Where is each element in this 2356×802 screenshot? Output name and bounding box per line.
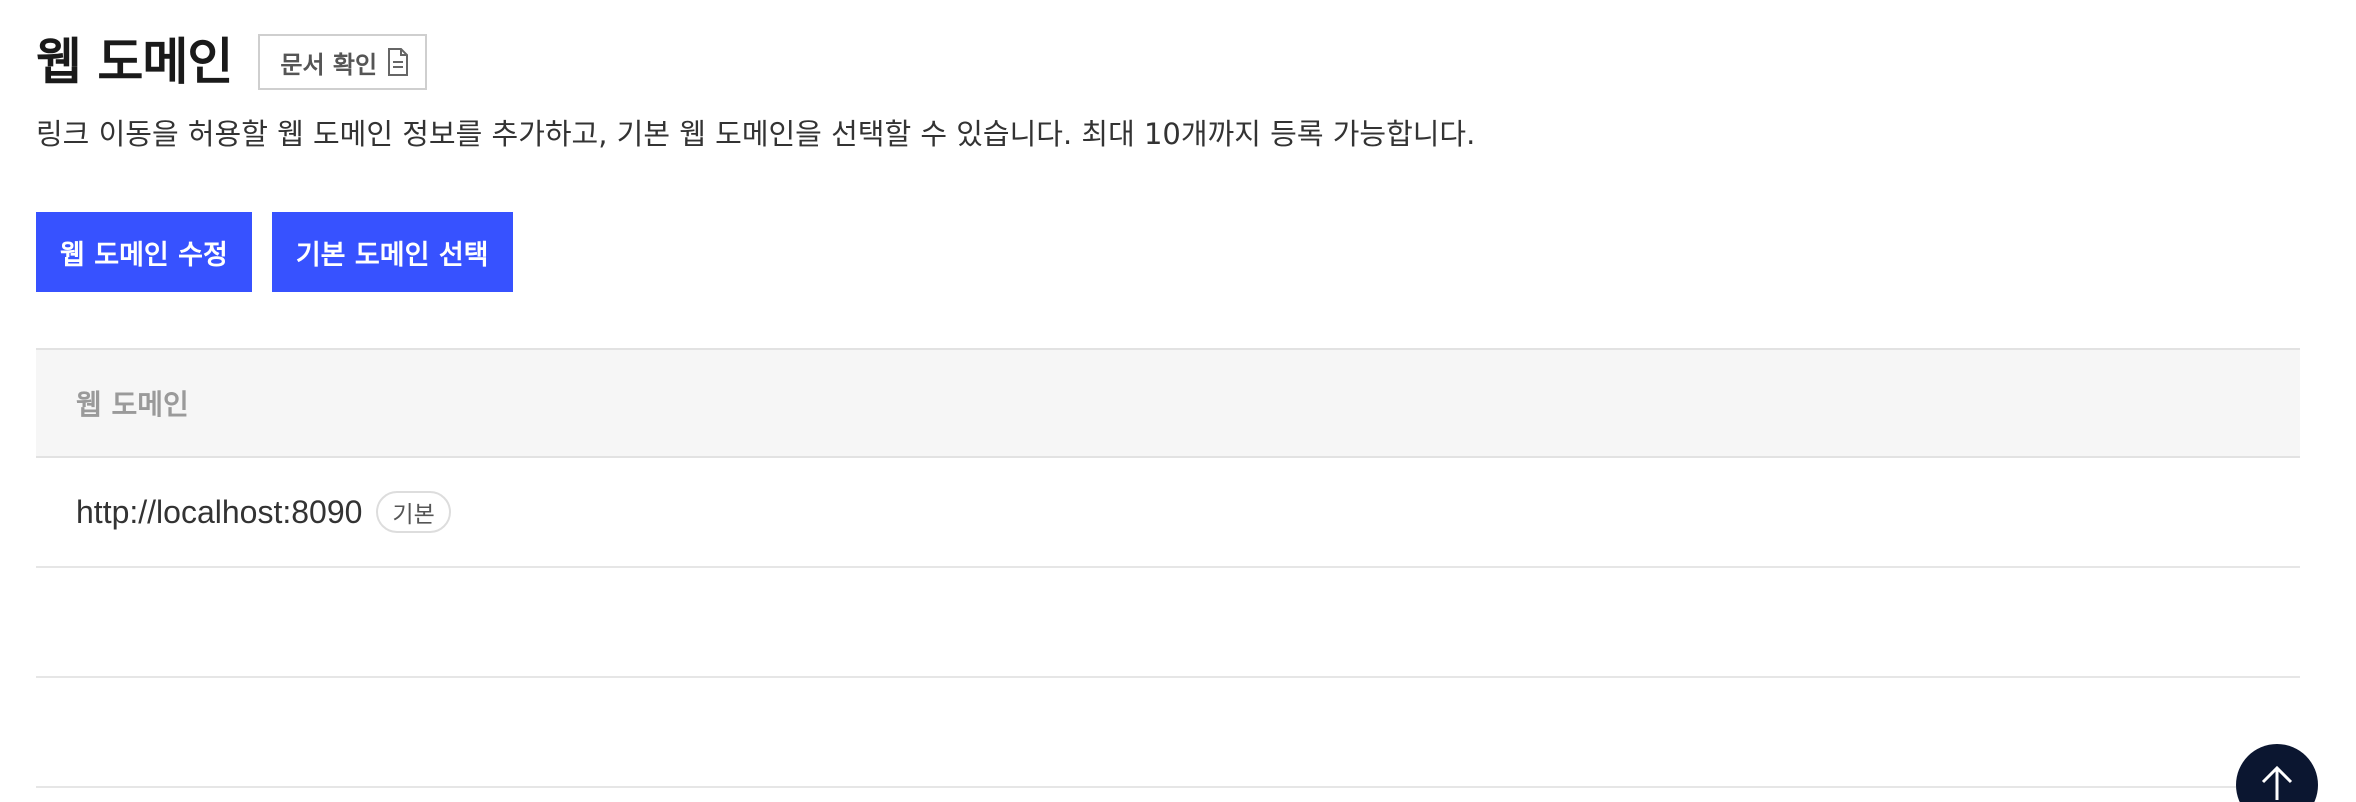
document-icon bbox=[387, 48, 409, 76]
table-row-empty bbox=[36, 678, 2300, 788]
web-domain-table: 웹 도메인 http://localhost:8090 기본 bbox=[36, 348, 2300, 788]
view-docs-label: 문서 확인 bbox=[280, 50, 378, 79]
default-badge: 기본 bbox=[376, 491, 451, 533]
column-header-web-domain: 웹 도메인 bbox=[76, 388, 189, 421]
edit-web-domain-button[interactable]: 웹 도메인 수정 bbox=[36, 212, 252, 292]
arrow-up-icon bbox=[2257, 762, 2297, 802]
title-row: 웹 도메인 문서 확인 bbox=[36, 30, 428, 94]
action-buttons: 웹 도메인 수정 기본 도메인 선택 bbox=[36, 212, 513, 292]
page-title: 웹 도메인 bbox=[36, 33, 233, 91]
select-default-domain-button[interactable]: 기본 도메인 선택 bbox=[271, 212, 513, 292]
table-row-empty bbox=[36, 568, 2300, 678]
web-domain-page: 웹 도메인 문서 확인 링크 이동을 허용할 웹 도메인 정보를 추가하고, 기… bbox=[0, 0, 2356, 802]
table-header: 웹 도메인 bbox=[36, 348, 2300, 458]
page-description: 링크 이동을 허용할 웹 도메인 정보를 추가하고, 기본 웹 도메인을 선택할… bbox=[36, 117, 1476, 151]
table-row: http://localhost:8090 기본 bbox=[36, 458, 2300, 568]
view-docs-button[interactable]: 문서 확인 bbox=[258, 34, 428, 90]
domain-value: http://localhost:8090 bbox=[76, 493, 363, 530]
